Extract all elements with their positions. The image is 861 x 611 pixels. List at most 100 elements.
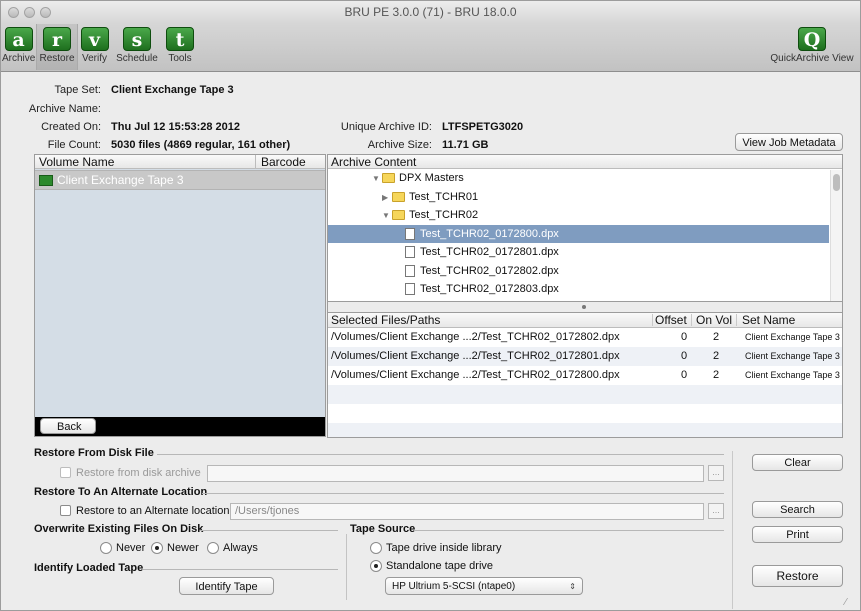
minimize-window-button[interactable] <box>24 7 35 18</box>
tape-icon <box>39 175 53 187</box>
disk-archive-path-field[interactable] <box>207 465 704 482</box>
volume-name: Client Exchange Tape 3 <box>57 173 184 187</box>
clear-button[interactable]: Clear <box>752 454 843 471</box>
search-button[interactable]: Search <box>752 501 843 518</box>
table-row[interactable]: /Volumes/Client Exchange ...2/Test_TCHR0… <box>328 328 842 347</box>
tree-folder-tchr01[interactable]: ▶ Test_TCHR01 <box>328 188 829 206</box>
tape-drive-value: HP Ultrium 5-SCSI (ntape0) <box>392 581 516 592</box>
column-divider <box>736 314 737 326</box>
back-button[interactable]: Back <box>40 418 96 434</box>
restore-icon: r <box>43 27 71 51</box>
archive-name-label: Archive Name: <box>28 103 101 115</box>
col-setname-header[interactable]: Set Name <box>742 313 795 327</box>
tree-item-label: DPX Masters <box>399 172 464 184</box>
tape-drive-select[interactable]: HP Ultrium 5-SCSI (ntape0) ⇕ <box>385 577 583 595</box>
column-divider <box>652 314 653 326</box>
alternate-location-checkbox[interactable] <box>60 505 71 516</box>
table-row[interactable]: /Volumes/Client Exchange ...2/Test_TCHR0… <box>328 347 842 366</box>
schedule-icon: s <box>123 27 151 51</box>
overwrite-always-radio[interactable] <box>207 542 219 554</box>
document-icon <box>405 228 415 241</box>
archive-tab[interactable]: a Archive <box>2 24 35 70</box>
tree-scrollbar-thumb[interactable] <box>833 174 840 191</box>
divider <box>143 569 338 570</box>
volume-name-column-header[interactable]: Volume Name <box>35 155 256 169</box>
col-offset-header[interactable]: Offset <box>655 313 687 327</box>
tree-item-label: Test_TCHR02_0172802.dpx <box>420 265 559 277</box>
browse-disk-archive-button[interactable]: ... <box>708 465 724 481</box>
archive-content-tree: Archive Content ▼ DPX Masters ▶ Test_TCHR0… <box>327 154 843 302</box>
volume-row[interactable]: Client Exchange Tape 3 <box>35 170 325 190</box>
divider <box>202 493 724 494</box>
restore-tab[interactable]: r Restore <box>36 24 78 70</box>
table-row[interactable]: /Volumes/Client Exchange ...2/Test_TCHR0… <box>328 366 842 385</box>
barcode-column-header[interactable]: Barcode <box>256 155 325 169</box>
tree-item-label: Test_TCHR02_0172801.dpx <box>420 246 559 258</box>
row-onvol: 2 <box>713 331 720 343</box>
overwrite-never-label: Never <box>116 542 146 554</box>
tape-library-label: Tape drive inside library <box>386 542 502 554</box>
tape-set-value: Client Exchange Tape 3 <box>111 84 234 96</box>
alternate-location-label: Restore to an Alternate location: <box>76 505 233 517</box>
tape-set-label: Tape Set: <box>54 84 101 96</box>
alternate-location-field[interactable]: /Users/tjones <box>230 503 704 520</box>
document-icon <box>405 283 415 296</box>
quickarchive-view-button[interactable]: Q QuickArchive View <box>765 24 859 70</box>
verify-icon: v <box>80 27 109 51</box>
document-icon <box>405 246 415 259</box>
alternate-location-title: Restore To An Alternate Location <box>34 486 208 498</box>
divider-grip-icon <box>582 305 586 309</box>
file-count-value: 5030 files (4869 regular, 161 other) <box>111 139 291 151</box>
disclosure-open-icon[interactable]: ▼ <box>382 207 392 225</box>
col-onvol-header[interactable]: On Vol <box>696 313 732 327</box>
tree-file-row[interactable]: Test_TCHR02_0172802.dpx <box>328 262 829 280</box>
restore-button[interactable]: Restore <box>752 565 843 587</box>
row-path: /Volumes/Client Exchange ...2/Test_TCHR0… <box>331 331 620 343</box>
close-window-button[interactable] <box>8 7 19 18</box>
tape-library-radio[interactable] <box>370 542 382 554</box>
archive-tab-label: Archive <box>2 53 36 64</box>
view-job-metadata-button[interactable]: View Job Metadata <box>735 133 843 151</box>
overwrite-title: Overwrite Existing Files On Disk <box>34 523 204 535</box>
col-paths-header[interactable]: Selected Files/Paths <box>331 313 440 327</box>
overwrite-never-radio[interactable] <box>100 542 112 554</box>
main-window: BRU PE 3.0.0 (71) - BRU 18.0.0 a Archive… <box>0 0 861 611</box>
quickarchive-label: QuickArchive View <box>770 53 854 64</box>
identify-tape-button[interactable]: Identify Tape <box>179 577 274 595</box>
quickarchive-icon: Q <box>798 27 826 51</box>
tree-file-row[interactable]: Test_TCHR02_0172800.dpx <box>328 225 829 243</box>
tree-scrollbar[interactable] <box>830 170 842 301</box>
restore-from-disk-checkbox[interactable] <box>60 467 71 478</box>
tree-folder-dpx-masters[interactable]: ▼ DPX Masters <box>328 169 829 187</box>
overwrite-always-label: Always <box>223 542 258 554</box>
tree-folder-tchr02[interactable]: ▼ Test_TCHR02 <box>328 206 829 224</box>
zoom-window-button[interactable] <box>40 7 51 18</box>
standalone-drive-radio[interactable] <box>370 560 382 572</box>
tree-file-row[interactable]: Test_TCHR02_0172801.dpx <box>328 243 829 261</box>
unique-id-label: Unique Archive ID: <box>340 121 432 133</box>
print-button[interactable]: Print <box>752 526 843 543</box>
tree-file-row[interactable]: Test_TCHR02_0172803.dpx <box>328 280 829 298</box>
tree-item-label: Test_TCHR02 <box>409 209 479 221</box>
browse-alternate-location-button[interactable]: ... <box>708 503 724 519</box>
tools-tab[interactable]: t Tools <box>163 24 197 70</box>
resize-grip-icon[interactable]: ⁄ <box>845 597 857 609</box>
restore-from-disk-title: Restore From Disk File <box>34 447 154 459</box>
row-setname: Client Exchange Tape 3 <box>745 351 840 361</box>
verify-tab-label: Verify <box>81 53 107 64</box>
row-path: /Volumes/Client Exchange ...2/Test_TCHR0… <box>331 350 620 362</box>
disclosure-open-icon[interactable]: ▼ <box>372 170 382 188</box>
overwrite-newer-radio[interactable] <box>151 542 163 554</box>
restore-from-disk-label: Restore from disk archive <box>76 467 201 479</box>
unique-id-value: LTFSPETG3020 <box>442 121 524 133</box>
archive-icon: a <box>4 27 33 51</box>
standalone-drive-label: Standalone tape drive <box>386 560 494 572</box>
schedule-tab[interactable]: s Schedule <box>112 24 162 70</box>
created-on-label: Created On: <box>41 121 101 133</box>
row-offset: 0 <box>681 331 688 343</box>
verify-tab[interactable]: v Verify <box>78 24 111 70</box>
select-arrows-icon: ⇕ <box>569 582 576 591</box>
split-divider[interactable] <box>327 302 843 312</box>
folder-icon <box>392 192 405 203</box>
disclosure-closed-icon[interactable]: ▶ <box>382 189 392 207</box>
